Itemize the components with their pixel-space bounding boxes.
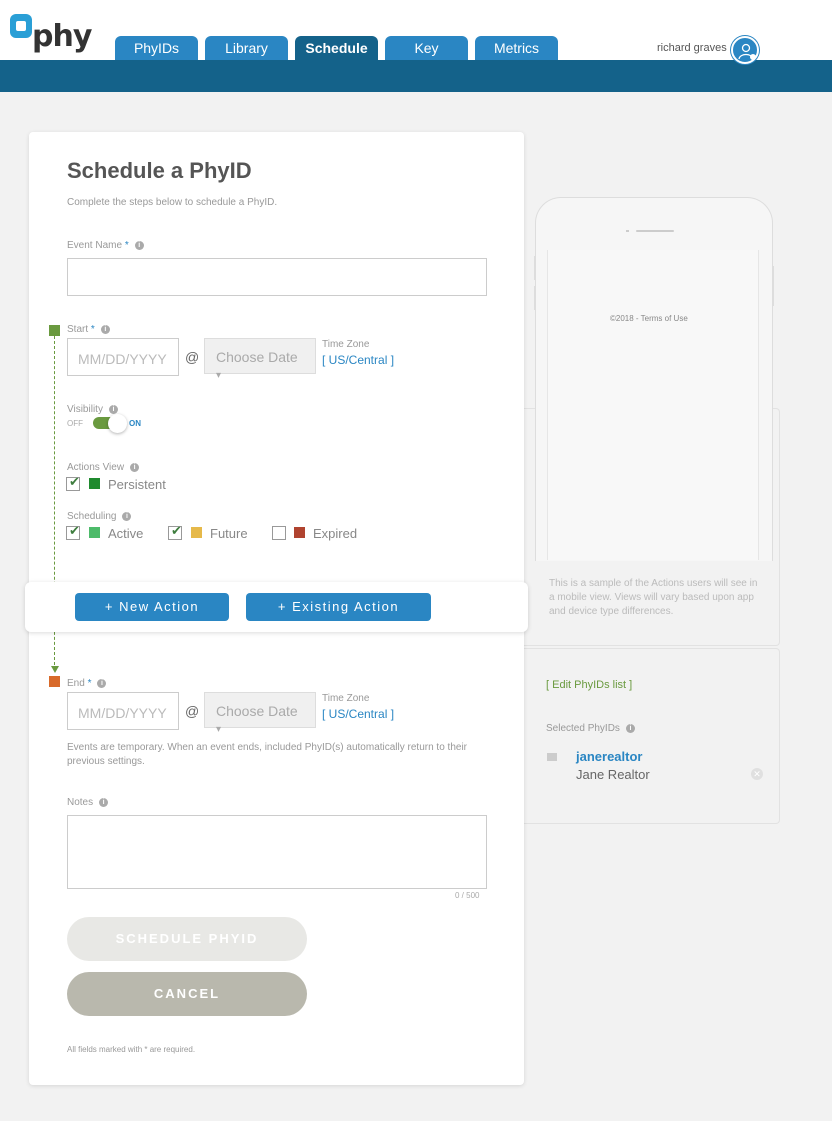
- phone-camera: [626, 230, 629, 232]
- persistent-color-swatch: [89, 478, 100, 489]
- phone-side-button: [534, 256, 536, 280]
- page-title: Schedule a PhyID: [67, 158, 252, 183]
- edit-phyids-link[interactable]: [ Edit PhyIDs list ]: [546, 679, 632, 691]
- phone-side-button: [772, 266, 774, 306]
- persistent-checkbox[interactable]: ✔: [66, 474, 80, 491]
- tab-library[interactable]: Library: [205, 36, 288, 60]
- toggle-knob[interactable]: [108, 414, 127, 433]
- end-marker: [49, 676, 60, 687]
- active-checkbox[interactable]: ✔: [66, 523, 80, 540]
- phone-screen: [547, 250, 759, 560]
- future-label: Future: [210, 526, 248, 541]
- logo-cube-icon: [10, 14, 32, 38]
- logo[interactable]: phy: [10, 14, 92, 60]
- info-icon[interactable]: i: [625, 724, 635, 733]
- header-bar: [0, 60, 832, 92]
- preview-note: This is a sample of the Actions users wi…: [549, 578, 758, 617]
- page-subtitle: Complete the steps below to schedule a P…: [67, 197, 278, 208]
- new-action-button[interactable]: + New Action: [75, 593, 229, 621]
- tab-phyids[interactable]: PhyIDs: [115, 36, 198, 60]
- check-icon: ✔: [171, 523, 182, 538]
- scheduling-label: Scheduling i: [67, 511, 132, 522]
- phyid-handle[interactable]: janerealtor: [576, 749, 642, 764]
- notes-label: Notes i: [67, 797, 109, 808]
- info-icon[interactable]: i: [130, 463, 140, 472]
- logo-text: phy: [32, 19, 92, 54]
- timeline-arrow-icon: [51, 666, 59, 673]
- existing-action-button[interactable]: + Existing Action: [246, 593, 431, 621]
- phyid-name: Jane Realtor: [576, 767, 650, 782]
- required-footnote: All fields marked with * are required.: [67, 1045, 196, 1054]
- start-date-input[interactable]: MM/DD/YYYY: [67, 338, 179, 376]
- phyids-panel: [524, 648, 780, 824]
- info-icon[interactable]: i: [99, 798, 109, 807]
- end-timezone-link[interactable]: [ US/Central ]: [322, 707, 394, 721]
- remove-icon[interactable]: ✕: [751, 768, 763, 780]
- end-time-select[interactable]: Choose Date ▾: [204, 692, 316, 735]
- end-timezone-label: Time Zone: [322, 693, 370, 704]
- chevron-down-icon: ▾: [216, 724, 222, 735]
- user-name[interactable]: richard graves: [657, 42, 727, 54]
- event-name-input[interactable]: [67, 258, 487, 296]
- notes-counter: 0 / 500: [455, 891, 480, 900]
- selected-phyids-label: Selected PhyIDs i: [546, 723, 635, 734]
- end-label: End * i: [67, 678, 107, 689]
- tab-key[interactable]: Key: [385, 36, 468, 60]
- drag-handle-icon[interactable]: [547, 753, 557, 761]
- info-icon[interactable]: i: [100, 325, 110, 334]
- toggle-off-label: OFF: [67, 419, 83, 428]
- actions-view-label: Actions View i: [67, 462, 140, 473]
- start-timezone-link[interactable]: [ US/Central ]: [322, 353, 394, 367]
- phone-side-button: [534, 286, 536, 310]
- schedule-phyid-button[interactable]: SCHEDULE PHYID: [67, 917, 307, 961]
- end-date-input[interactable]: MM/DD/YYYY: [67, 692, 179, 730]
- chevron-down-icon: ▾: [216, 370, 222, 381]
- phone-speaker: [636, 230, 674, 232]
- expired-label: Expired: [313, 526, 358, 541]
- notes-textarea[interactable]: [67, 815, 487, 889]
- at-symbol: @: [185, 349, 200, 365]
- tab-schedule[interactable]: Schedule: [295, 36, 378, 60]
- visibility-label: Visibility i: [67, 404, 118, 415]
- start-time-select[interactable]: Choose Date ▾: [204, 338, 316, 381]
- start-timezone-label: Time Zone: [322, 339, 370, 350]
- toggle-on-label: ON: [129, 419, 141, 428]
- end-note: Events are temporary. When an event ends…: [67, 742, 468, 767]
- active-color-swatch: [89, 527, 100, 538]
- future-checkbox[interactable]: ✔: [168, 523, 182, 540]
- check-icon: ✔: [69, 523, 80, 538]
- cancel-button[interactable]: CANCEL: [67, 972, 307, 1016]
- check-icon: ✔: [69, 474, 80, 489]
- persistent-label: Persistent: [108, 477, 166, 492]
- info-icon[interactable]: i: [134, 241, 144, 250]
- expired-checkbox[interactable]: [272, 526, 286, 540]
- expired-color-swatch: [294, 527, 305, 538]
- info-icon[interactable]: i: [122, 512, 132, 521]
- start-marker: [49, 325, 60, 336]
- event-name-label: Event Name * i: [67, 240, 144, 251]
- active-label: Active: [108, 526, 144, 541]
- info-icon[interactable]: i: [108, 405, 118, 414]
- preview-copyright[interactable]: ©2018 - Terms of Use: [610, 314, 688, 323]
- user-settings-icon[interactable]: [731, 36, 759, 64]
- info-icon[interactable]: i: [97, 679, 107, 688]
- at-symbol: @: [185, 703, 200, 719]
- start-label: Start * i: [67, 324, 110, 335]
- future-color-swatch: [191, 527, 202, 538]
- tab-metrics[interactable]: Metrics: [475, 36, 558, 60]
